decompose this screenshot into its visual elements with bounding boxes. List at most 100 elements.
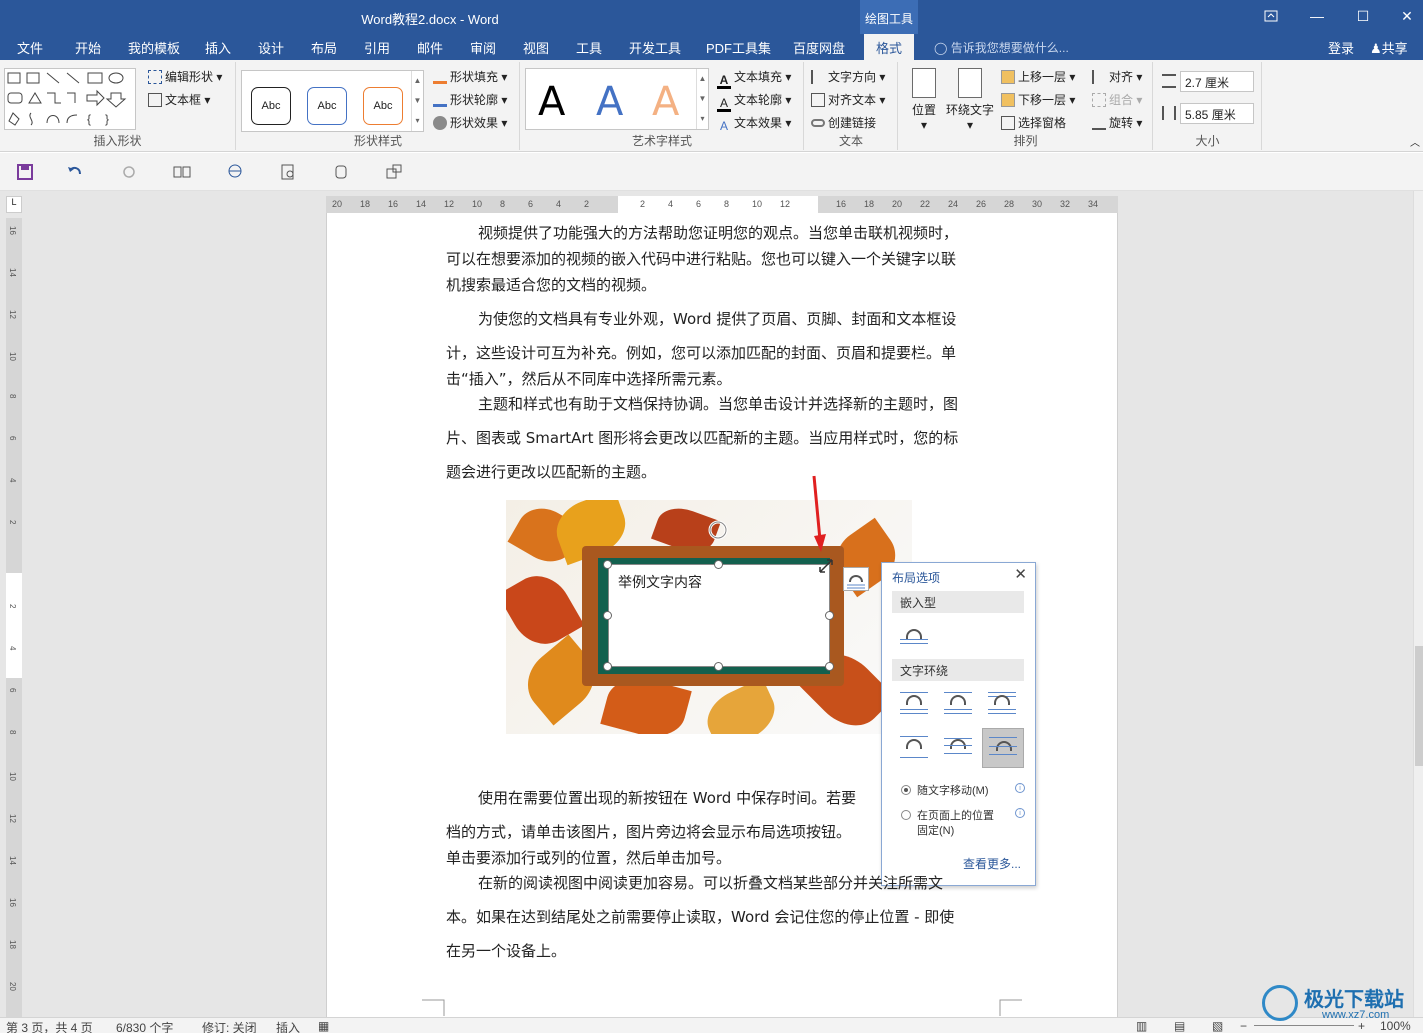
wordart-blue[interactable]: A xyxy=(596,79,623,125)
wrap-behind-text-icon[interactable] xyxy=(942,733,974,761)
wrap-through-icon[interactable] xyxy=(986,689,1018,717)
text-effects-button[interactable]: A 文本效果 ▾ xyxy=(717,114,791,134)
minimize-button[interactable]: — xyxy=(1294,0,1340,34)
tell-me-search[interactable]: ◯ 告诉我您想要做什么... xyxy=(934,39,1069,56)
wrap-square-icon[interactable] xyxy=(898,689,930,717)
bring-forward-button[interactable]: 上移一层 ▾ xyxy=(1001,68,1075,85)
tab-view[interactable]: 视图 xyxy=(523,38,549,57)
text-outline-button[interactable]: A 文本轮廓 ▾ xyxy=(717,91,791,112)
undo-icon[interactable] xyxy=(66,164,84,180)
rotate-button[interactable]: 旋转 ▾ xyxy=(1092,114,1142,131)
close-icon[interactable]: ✕ xyxy=(1014,565,1027,583)
fix-position-radio[interactable] xyxy=(901,810,911,820)
edit-shape-button[interactable]: 编辑形状 ▾ xyxy=(148,68,222,85)
move-with-text-radio[interactable] xyxy=(901,785,911,795)
layout-options-button[interactable] xyxy=(843,567,869,591)
resize-handle[interactable] xyxy=(825,611,834,620)
wordart-orange[interactable]: A xyxy=(652,79,679,125)
text-box-content[interactable]: 举例文字内容 xyxy=(618,572,702,592)
tab-design[interactable]: 设计 xyxy=(258,38,284,57)
web-layout-icon[interactable] xyxy=(226,164,244,180)
shape-style-orange[interactable]: Abc xyxy=(363,87,403,125)
tab-format[interactable]: 格式 xyxy=(864,34,915,60)
tab-review[interactable]: 审阅 xyxy=(470,38,496,57)
align-button[interactable]: 对齐 ▾ xyxy=(1092,68,1142,85)
align-text-button[interactable]: 对齐文本 ▾ xyxy=(811,91,885,108)
wordart-black[interactable]: A xyxy=(538,79,565,125)
print-preview-icon[interactable] xyxy=(280,164,298,180)
scrollbar-thumb[interactable] xyxy=(1415,646,1423,766)
read-mode-icon[interactable]: ▥ xyxy=(1136,1019,1147,1033)
tab-pdf-tools[interactable]: PDF工具集 xyxy=(706,38,771,57)
tab-tools[interactable]: 工具 xyxy=(576,38,602,57)
shape-height-input[interactable]: 2.7 厘米 xyxy=(1180,71,1254,92)
print-layout-icon[interactable]: ▤ xyxy=(1174,1019,1185,1033)
maximize-button[interactable]: ☐ xyxy=(1340,0,1386,34)
rotation-handle-icon[interactable] xyxy=(706,518,730,542)
shape-outline-button[interactable]: 形状轮廓 ▾ xyxy=(433,91,507,108)
horizontal-ruler[interactable]: 20 18 16 14 12 10 8 6 4 2 2 4 6 8 10 12 16 18 20 22 24 26 28 30… xyxy=(326,196,1118,213)
word-count[interactable]: 6/830 个字 xyxy=(116,1019,173,1033)
text-direction-button[interactable]: 文字方向 ▾ xyxy=(811,68,885,85)
tab-selector[interactable]: L xyxy=(6,196,22,213)
resize-handle[interactable] xyxy=(714,662,723,671)
login-link[interactable]: 登录 xyxy=(1328,38,1354,57)
tab-mailings[interactable]: 邮件 xyxy=(417,38,443,57)
text-fill-button[interactable]: A 文本填充 ▾ xyxy=(717,68,791,89)
macro-icon[interactable]: ▦ xyxy=(318,1019,329,1033)
selection-pane-button[interactable]: 选择窗格 xyxy=(1001,114,1066,131)
tab-developer[interactable]: 开发工具 xyxy=(629,38,681,57)
tab-references[interactable]: 引用 xyxy=(364,38,390,57)
resize-handle[interactable] xyxy=(603,611,612,620)
resize-handle[interactable] xyxy=(714,560,723,569)
wordart-gallery-arrows[interactable]: ▲ ▼ ▾ xyxy=(696,69,708,129)
wrap-top-bottom-icon[interactable] xyxy=(898,733,930,761)
wrap-inline-icon[interactable] xyxy=(898,621,930,649)
see-more-link[interactable]: 查看更多... xyxy=(963,855,1021,872)
group-objects-button[interactable]: 组合 ▾ xyxy=(1092,91,1142,108)
ribbon-display-icon[interactable] xyxy=(1248,0,1294,34)
info-icon[interactable]: i xyxy=(1015,783,1025,793)
send-backward-button[interactable]: 下移一层 ▾ xyxy=(1001,91,1075,108)
tab-file[interactable]: 文件 xyxy=(17,38,43,57)
vertical-scrollbar[interactable] xyxy=(1413,191,1423,1017)
touch-mode-icon[interactable] xyxy=(332,164,350,180)
share-button[interactable]: ♟共享 xyxy=(1370,38,1408,57)
close-button[interactable]: ✕ xyxy=(1384,0,1423,34)
zoom-out-icon[interactable]: − xyxy=(1240,1019,1247,1033)
shape-style-black[interactable]: Abc xyxy=(251,87,291,125)
info-icon[interactable]: i xyxy=(1015,808,1025,818)
page-count[interactable]: 第 3 页，共 4 页 xyxy=(6,1019,93,1033)
shape-width-input[interactable]: 5.85 厘米 xyxy=(1180,103,1254,124)
text-box-button[interactable]: 文本框 ▾ xyxy=(148,91,210,108)
wordart-gallery[interactable]: A A A ▲ ▼ ▾ xyxy=(525,68,709,130)
two-pages-icon[interactable] xyxy=(173,164,191,180)
create-link-button[interactable]: 创建链接 xyxy=(811,114,876,131)
wrap-tight-icon[interactable] xyxy=(942,689,974,717)
position-button[interactable]: 位置 ▾ xyxy=(909,68,939,132)
resize-handle[interactable] xyxy=(825,662,834,671)
customize-qat-icon[interactable] xyxy=(385,164,403,180)
resize-diagonal-icon[interactable] xyxy=(818,558,834,574)
redo-icon[interactable] xyxy=(120,164,138,180)
tab-home[interactable]: 开始 xyxy=(75,38,101,57)
shape-fill-button[interactable]: 形状填充 ▾ xyxy=(433,68,507,85)
collapse-ribbon-icon[interactable]: ︿ xyxy=(1410,134,1420,149)
save-icon[interactable] xyxy=(16,164,34,180)
track-changes-status[interactable]: 修订: 关闭 xyxy=(202,1019,257,1033)
zoom-slider[interactable] xyxy=(1254,1025,1354,1026)
resize-handle[interactable] xyxy=(603,662,612,671)
wrap-in-front-icon[interactable] xyxy=(982,728,1024,768)
tab-layout[interactable]: 布局 xyxy=(311,38,337,57)
shape-styles-gallery[interactable]: Abc Abc Abc ▲ ▼ ▾ xyxy=(241,70,424,132)
shapes-gallery[interactable]: { } xyxy=(4,68,136,130)
tab-my-templates[interactable]: 我的模板 xyxy=(128,38,180,57)
shape-effects-button[interactable]: 形状效果 ▾ xyxy=(433,114,507,131)
gallery-scroll-arrows[interactable]: ▲ ▼ ▾ xyxy=(411,71,423,131)
web-layout-view-icon[interactable]: ▧ xyxy=(1212,1019,1223,1033)
shape-style-blue[interactable]: Abc xyxy=(307,87,347,125)
vertical-ruler[interactable]: 16 14 12 10 8 6 4 2 2 4 6 8 10 12 14 16 18 20 xyxy=(6,218,22,1017)
tab-baidu-netdisk[interactable]: 百度网盘 xyxy=(793,38,845,57)
wrap-text-button[interactable]: 环绕文字 ▾ xyxy=(945,68,995,132)
tab-insert[interactable]: 插入 xyxy=(205,38,231,57)
